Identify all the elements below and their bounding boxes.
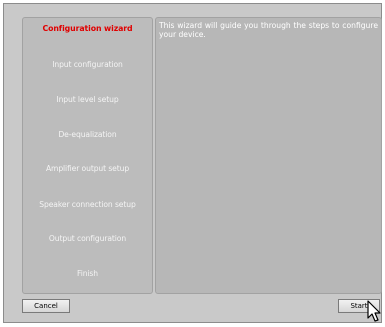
- step-input-level-setup[interactable]: Input level setup: [23, 95, 152, 104]
- step-amplifier-output-setup[interactable]: Amplifier output setup: [23, 164, 152, 173]
- wizard-description: This wizard will guide you through the s…: [159, 21, 378, 39]
- step-de-equalization[interactable]: De-equalization: [23, 130, 152, 139]
- step-configuration-wizard[interactable]: Configuration wizard: [23, 24, 152, 33]
- mouse-pointer-icon: [367, 300, 381, 322]
- step-input-configuration[interactable]: Input configuration: [23, 60, 152, 69]
- wizard-steps-panel: Configuration wizard Input configuration…: [22, 17, 153, 294]
- wizard-content-panel: This wizard will guide you through the s…: [155, 17, 382, 294]
- step-finish[interactable]: Finish: [23, 269, 152, 278]
- step-speaker-connection-setup[interactable]: Speaker connection setup: [23, 200, 152, 209]
- wizard-window: Configuration wizard Input configuration…: [3, 3, 382, 323]
- cancel-button[interactable]: Cancel: [22, 299, 70, 313]
- step-output-configuration[interactable]: Output configuration: [23, 234, 152, 243]
